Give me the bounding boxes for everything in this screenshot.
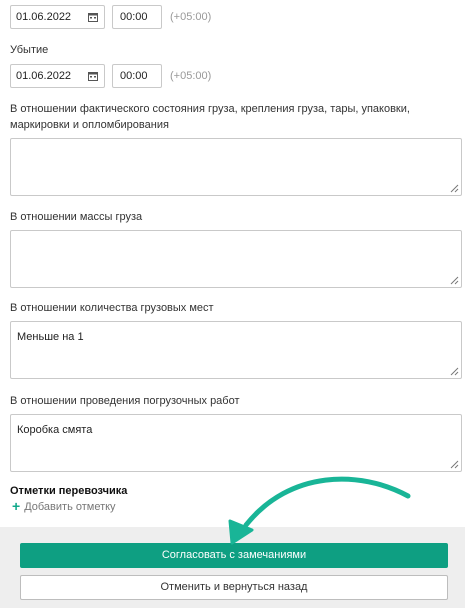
cargo-weight-textarea[interactable] — [10, 230, 462, 288]
carrier-notes-title: Отметки перевозчика — [10, 485, 128, 497]
cargo-places-label: В отношении количества грузовых мест — [10, 302, 214, 314]
add-note-label: Добавить отметку — [24, 501, 116, 513]
resize-handle-icon[interactable] — [450, 367, 459, 376]
cancel-and-return-button[interactable]: Отменить и вернуться назад — [20, 575, 448, 600]
approve-with-remarks-button[interactable]: Согласовать с замечаниями — [20, 543, 448, 568]
departure-date-value: 01.06.2022 — [16, 70, 72, 82]
arrival-timezone: (+05:00) — [170, 11, 212, 23]
loading-works-label: В отношении проведения погрузочных работ — [10, 395, 240, 407]
calendar-icon[interactable] — [88, 71, 98, 81]
resize-handle-icon[interactable] — [450, 276, 459, 285]
departure-timezone: (+05:00) — [170, 70, 212, 82]
cargo-places-textarea[interactable]: Меньше на 1 — [10, 321, 462, 379]
add-note-link[interactable]: + Добавить отметку — [12, 499, 116, 514]
cargo-places-value: Меньше на 1 — [17, 331, 84, 343]
cargo-condition-textarea[interactable] — [10, 138, 462, 196]
cargo-condition-label-line2: маркировки и опломбирования — [10, 119, 169, 131]
arrival-date-value: 01.06.2022 — [16, 11, 72, 23]
cargo-weight-label: В отношении массы груза — [10, 211, 143, 223]
plus-icon: + — [12, 498, 21, 514]
departure-time-input[interactable]: 00:00 — [112, 64, 162, 88]
cargo-condition-label-line1: В отношении фактического состояния груза… — [10, 103, 410, 115]
departure-label: Убытие — [10, 44, 49, 56]
loading-works-textarea[interactable]: Коробка смята — [10, 414, 462, 472]
loading-works-value: Коробка смята — [17, 424, 93, 436]
arrival-date-input[interactable]: 01.06.2022 — [10, 5, 105, 29]
resize-handle-icon[interactable] — [450, 184, 459, 193]
arrival-time-input[interactable]: 00:00 — [112, 5, 162, 29]
departure-date-input[interactable]: 01.06.2022 — [10, 64, 105, 88]
footer-bar: Согласовать с замечаниями Отменить и вер… — [0, 527, 465, 608]
calendar-icon[interactable] — [88, 12, 98, 22]
resize-handle-icon[interactable] — [450, 460, 459, 469]
